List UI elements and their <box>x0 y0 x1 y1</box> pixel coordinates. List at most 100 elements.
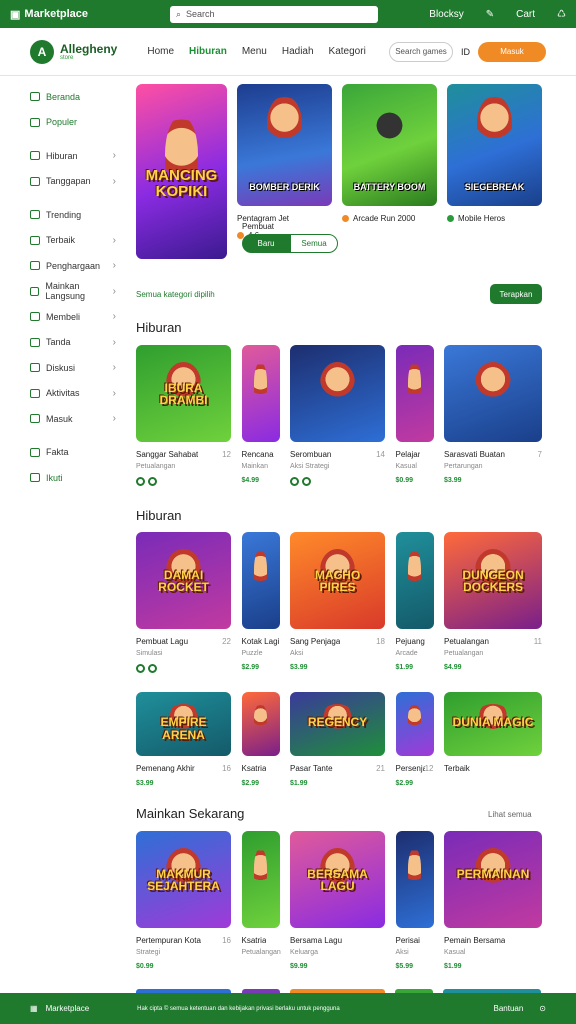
toggle-all[interactable]: Semua <box>290 234 338 253</box>
game-thumbnail[interactable]: DAMAI ROCKET <box>136 532 231 629</box>
game-card[interactable]: Sarasvati Buatan 7 Pertarungan $3.99 <box>444 345 542 486</box>
game-name[interactable]: Sanggar Sahabat <box>136 450 198 459</box>
hero-card[interactable]: SIEGEBREAK <box>447 84 542 206</box>
game-thumbnail[interactable]: REGENCY <box>290 692 385 756</box>
apply-button[interactable]: Terapkan <box>490 284 542 304</box>
game-name[interactable]: Pemain Bersama <box>444 936 505 945</box>
login-button[interactable]: Masuk <box>478 41 546 62</box>
game-card[interactable]: Kotak Lagi Puzzle $2.99 <box>241 532 280 673</box>
brand[interactable]: ▣ Marketplace <box>10 8 88 21</box>
game-thumbnail[interactable]: DUNIA MAGIC <box>444 692 542 756</box>
search-input[interactable]: ⌕ Search <box>170 5 378 23</box>
sidebar-item[interactable]: Membeli › <box>30 304 116 330</box>
game-card[interactable]: Perisai Aksi $5.99 <box>395 831 434 970</box>
help-icon[interactable]: ⊙ <box>539 1004 546 1013</box>
game-thumbnail[interactable] <box>395 532 434 629</box>
game-card[interactable]: DUNGEON DOCKERS Petualangan 11 Petualangan $… <box>444 532 542 673</box>
game-name[interactable]: Ksatria <box>242 764 267 773</box>
header-search-field[interactable]: Search games <box>389 41 453 62</box>
game-name[interactable]: Terbaik <box>444 764 470 773</box>
nav-item[interactable]: Menu <box>242 46 267 57</box>
game-thumbnail[interactable] <box>290 345 385 442</box>
hero-card[interactable]: BATTERY BOOM <box>342 84 437 206</box>
sidebar-item[interactable]: Aktivitas › <box>30 381 116 407</box>
sidebar-item[interactable]: Terbaik › <box>30 228 116 254</box>
toggle-new[interactable]: Baru <box>242 234 290 253</box>
game-card[interactable]: REGENCY Pasar Tante 21 $1.99 <box>290 692 385 787</box>
game-thumbnail[interactable] <box>395 692 434 756</box>
sidebar-item[interactable]: Masuk › <box>30 406 116 432</box>
game-name[interactable]: Pasar Tante <box>290 764 333 773</box>
sidebar-item[interactable]: Tanggapan › <box>30 169 116 195</box>
game-thumbnail[interactable]: PERMAINAN <box>444 831 542 928</box>
game-name[interactable]: Pemenang Akhir <box>136 764 195 773</box>
sidebar-item[interactable]: Beranda <box>30 84 116 110</box>
hero-card[interactable]: BOMBER DERIK <box>237 84 332 206</box>
game-thumbnail[interactable]: EMPIRE ARENA <box>136 692 231 756</box>
game-name[interactable]: Pejuang <box>396 637 425 646</box>
game-thumbnail[interactable]: IBURA DRAMBI <box>136 345 231 442</box>
sidebar-item[interactable]: Populer <box>30 110 116 136</box>
game-thumbnail[interactable]: MAKMUR SEJAHTERA <box>136 831 231 928</box>
sidebar-item[interactable]: Penghargaan › <box>30 253 116 279</box>
game-thumbnail[interactable]: MACHO PIRES <box>290 532 385 629</box>
nav-item-active[interactable]: Hiburan <box>189 46 227 57</box>
game-thumbnail[interactable] <box>241 692 280 756</box>
cart-icon[interactable]: ♺ <box>557 9 566 20</box>
game-thumbnail[interactable] <box>241 532 280 629</box>
game-thumbnail[interactable] <box>395 345 434 442</box>
game-thumbnail[interactable] <box>395 831 434 928</box>
game-name[interactable]: Rencana <box>242 450 274 459</box>
game-card[interactable]: BERSAMA LAGU Bersama Lagu Keluarga $9.99 <box>290 831 385 970</box>
game-card[interactable]: DUNIA MAGIC Terbaik <box>444 692 542 787</box>
game-name[interactable]: Serombuan <box>290 450 331 459</box>
sidebar-item[interactable]: Fakta <box>30 440 116 466</box>
game-card[interactable]: EMPIRE ARENA Pemenang Akhir 16 $3.99 <box>136 692 231 787</box>
game-name[interactable]: Sang Penjaga <box>290 637 340 646</box>
game-thumbnail[interactable] <box>241 831 280 928</box>
game-name[interactable]: Perisai <box>396 936 420 945</box>
nav-item[interactable]: Home <box>147 46 174 57</box>
sidebar-item[interactable]: Mainkan Langsung › <box>30 279 116 305</box>
game-name[interactable]: Ksatria <box>242 936 267 945</box>
game-card[interactable]: Pelajar Kasual $0.99 <box>395 345 434 486</box>
sidebar-item[interactable]: Hiburan › <box>30 143 116 169</box>
sidebar-item[interactable]: Diskusi › <box>30 355 116 381</box>
game-name[interactable]: Bersama Lagu <box>290 936 342 945</box>
game-name[interactable]: Persenjataan <box>396 764 425 773</box>
game-card[interactable]: PERMAINAN Pemain Bersama Kasual $1.99 <box>444 831 542 970</box>
game-card[interactable]: Pejuang Arcade $1.99 <box>395 532 434 673</box>
game-card[interactable]: Rencana Mainkan $4.99 <box>241 345 280 486</box>
game-thumbnail[interactable] <box>444 345 542 442</box>
game-card[interactable]: MAKMUR SEJAHTERA Pertempuran Kota 16 Strate… <box>136 831 231 970</box>
footer-help[interactable]: Bantuan <box>493 1004 523 1013</box>
sidebar-item[interactable]: Tanda › <box>30 330 116 356</box>
language-selector[interactable]: ID <box>461 47 470 57</box>
nav-item[interactable]: Kategori <box>329 46 366 57</box>
game-name[interactable]: Pembuat Lagu <box>136 637 188 646</box>
game-name[interactable]: Sarasvati Buatan <box>444 450 505 459</box>
logo[interactable]: A Allegheny store <box>30 39 117 64</box>
topbar-link[interactable]: Cart <box>516 9 535 20</box>
game-card[interactable]: Ksatria $2.99 <box>241 692 280 787</box>
game-thumbnail[interactable]: BERSAMA LAGU <box>290 831 385 928</box>
game-card[interactable]: DAMAI ROCKET Pembuat Lagu 22 Simulasi <box>136 532 231 673</box>
game-name[interactable]: Pertempuran Kota <box>136 936 201 945</box>
game-card[interactable]: Serombuan 14 Aksi Strategi <box>290 345 385 486</box>
game-card[interactable]: Ksatria Petualangan <box>241 831 281 970</box>
see-all-link[interactable]: Lihat semua <box>488 810 532 819</box>
game-name[interactable]: Pelajar <box>396 450 421 459</box>
game-thumbnail[interactable]: DUNGEON DOCKERS <box>444 532 542 629</box>
sidebar-item[interactable]: Trending <box>30 202 116 228</box>
game-name[interactable]: Petualangan <box>444 637 489 646</box>
game-card[interactable]: IBURA DRAMBI Sanggar Sahabat 12 Petualangan <box>136 345 231 486</box>
hero-main-card[interactable]: MANCING KOPIKI <box>136 84 227 259</box>
game-name[interactable]: Kotak Lagi <box>242 637 280 646</box>
game-card[interactable]: MACHO PIRES Sang Penjaga 18 Aksi $3.99 <box>290 532 385 673</box>
game-thumbnail[interactable] <box>241 345 280 442</box>
game-card[interactable]: Persenjataan12 $2.99 <box>395 692 434 787</box>
topbar-link[interactable]: Blocksy <box>429 9 463 20</box>
bookmark-icon[interactable]: ✎ <box>486 9 494 20</box>
footer-brand[interactable]: Marketplace <box>46 1004 90 1013</box>
nav-item[interactable]: Hadiah <box>282 46 314 57</box>
